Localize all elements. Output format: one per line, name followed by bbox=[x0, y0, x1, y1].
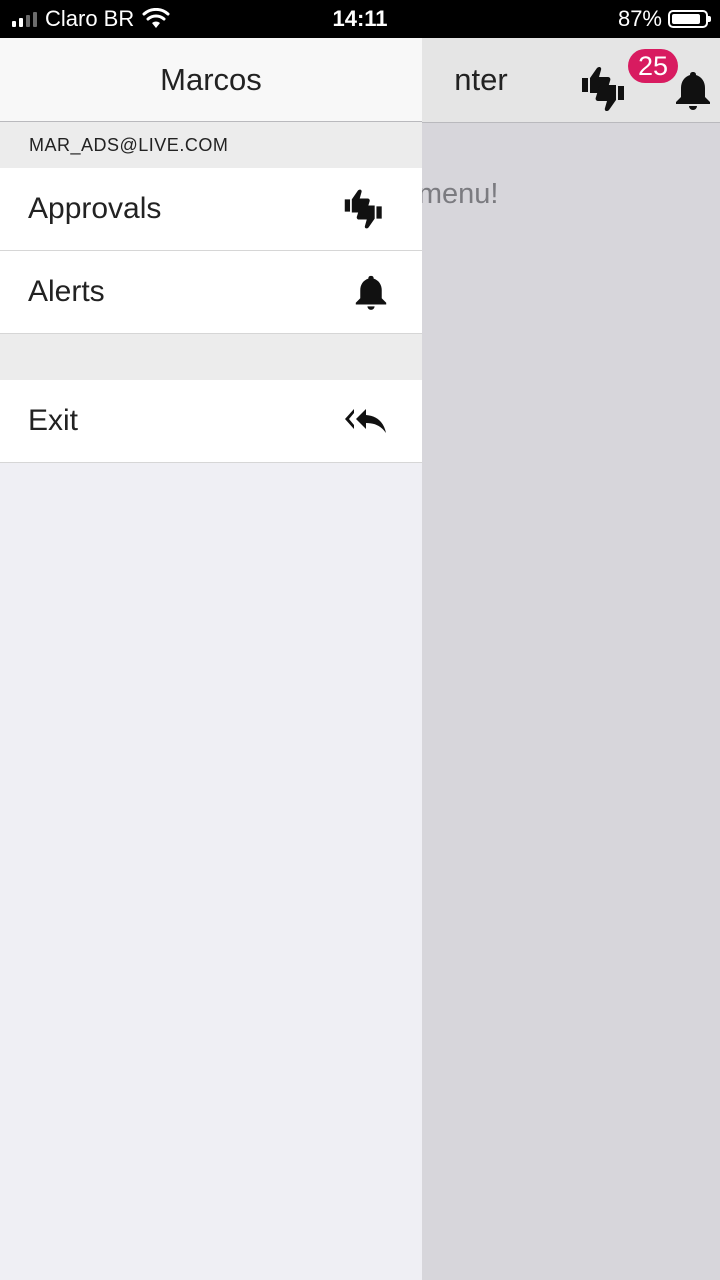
status-bar: Claro BR 14:11 87% bbox=[0, 0, 720, 38]
battery-icon bbox=[668, 10, 711, 28]
approvals-badge: 25 bbox=[628, 49, 678, 83]
menu-item-label: Exit bbox=[28, 404, 79, 437]
menu-item-alerts[interactable]: Alerts bbox=[0, 251, 422, 334]
menu-group-separator bbox=[0, 334, 422, 380]
bell-icon[interactable] bbox=[674, 70, 712, 110]
menu-item-label: Approvals bbox=[28, 192, 162, 225]
battery-percent: 87% bbox=[617, 6, 662, 31]
status-right: 87% bbox=[617, 0, 711, 38]
bell-icon bbox=[355, 275, 387, 310]
side-drawer: Marcos MAR_ADS@LIVE.COM Approvals Alerts… bbox=[0, 38, 422, 1280]
menu-item-approvals[interactable]: Approvals bbox=[0, 168, 422, 251]
reply-all-icon bbox=[345, 409, 386, 433]
thumbs-up-down-icon[interactable] bbox=[580, 64, 630, 114]
thumbs-up-down-icon bbox=[344, 189, 382, 229]
status-time: 14:11 bbox=[332, 6, 388, 31]
user-email: MAR_ADS@LIVE.COM bbox=[0, 122, 422, 168]
menu-item-label: Alerts bbox=[28, 275, 105, 308]
drawer-title: Marcos bbox=[0, 38, 422, 122]
menu-item-exit[interactable]: Exit bbox=[0, 380, 422, 463]
